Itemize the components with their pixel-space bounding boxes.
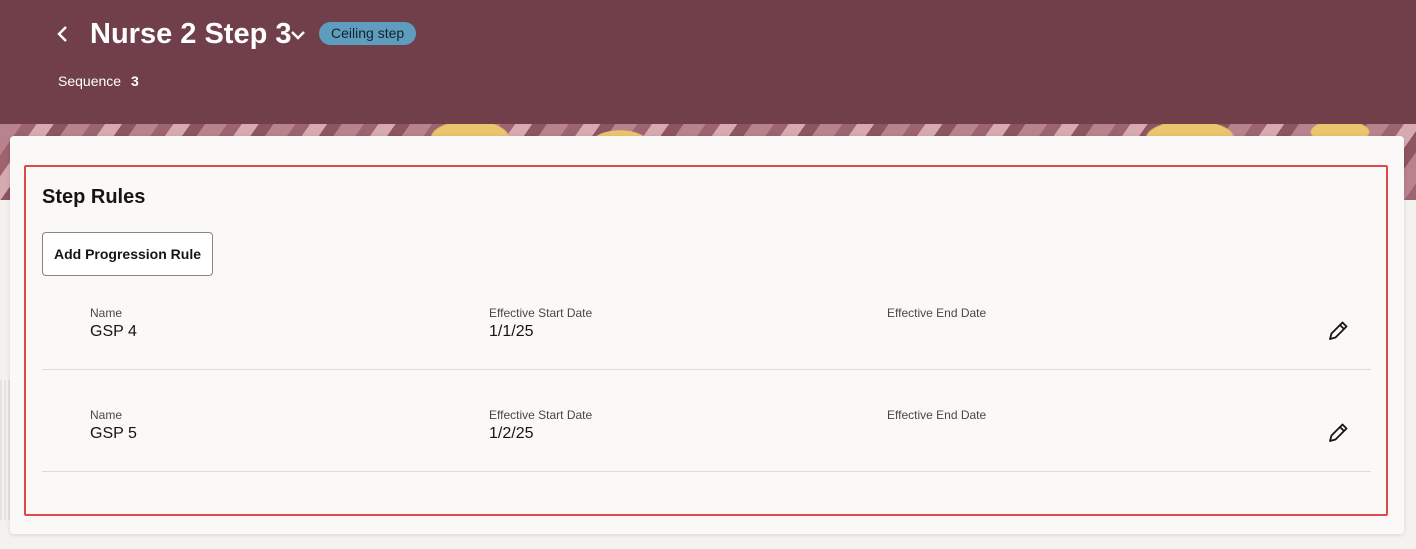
section-title: Step Rules	[42, 186, 146, 208]
end-date-field: Effective End Date	[887, 408, 986, 425]
name-label: Name	[90, 306, 123, 320]
name-value: GSP 4	[90, 323, 137, 340]
start-date-value: 1/2/25	[489, 425, 534, 442]
background-texture	[0, 380, 10, 520]
name-value: GSP 5	[90, 425, 137, 442]
start-date-label: Effective Start Date	[489, 306, 593, 320]
chevron-down-icon[interactable]	[288, 22, 308, 46]
end-date-label: Effective End Date	[887, 408, 987, 422]
rule-row: Name GSP 4 Effective Start Date 1/1/25 E…	[42, 268, 1371, 370]
back-icon[interactable]	[52, 22, 74, 46]
sequence-info: Sequence 3	[58, 73, 139, 89]
name-field: Name GSP 4	[90, 306, 137, 341]
start-date-label: Effective Start Date	[489, 408, 593, 422]
end-date-label: Effective End Date	[887, 306, 987, 320]
end-date-field: Effective End Date	[887, 306, 986, 323]
start-date-value: 1/1/25	[489, 323, 534, 340]
name-field: Name GSP 5	[90, 408, 137, 443]
rule-row: Name GSP 5 Effective Start Date 1/2/25 E…	[42, 370, 1371, 472]
pencil-icon[interactable]	[1325, 318, 1351, 344]
sequence-label: Sequence	[58, 73, 122, 89]
start-date-field: Effective Start Date 1/1/25	[489, 306, 592, 341]
start-date-field: Effective Start Date 1/2/25	[489, 408, 592, 443]
status-badge: Ceiling step	[319, 22, 417, 45]
pencil-icon[interactable]	[1325, 420, 1351, 446]
sequence-value: 3	[130, 73, 139, 89]
page-title: Nurse 2 Step 3	[90, 18, 292, 50]
name-label: Name	[90, 408, 123, 422]
